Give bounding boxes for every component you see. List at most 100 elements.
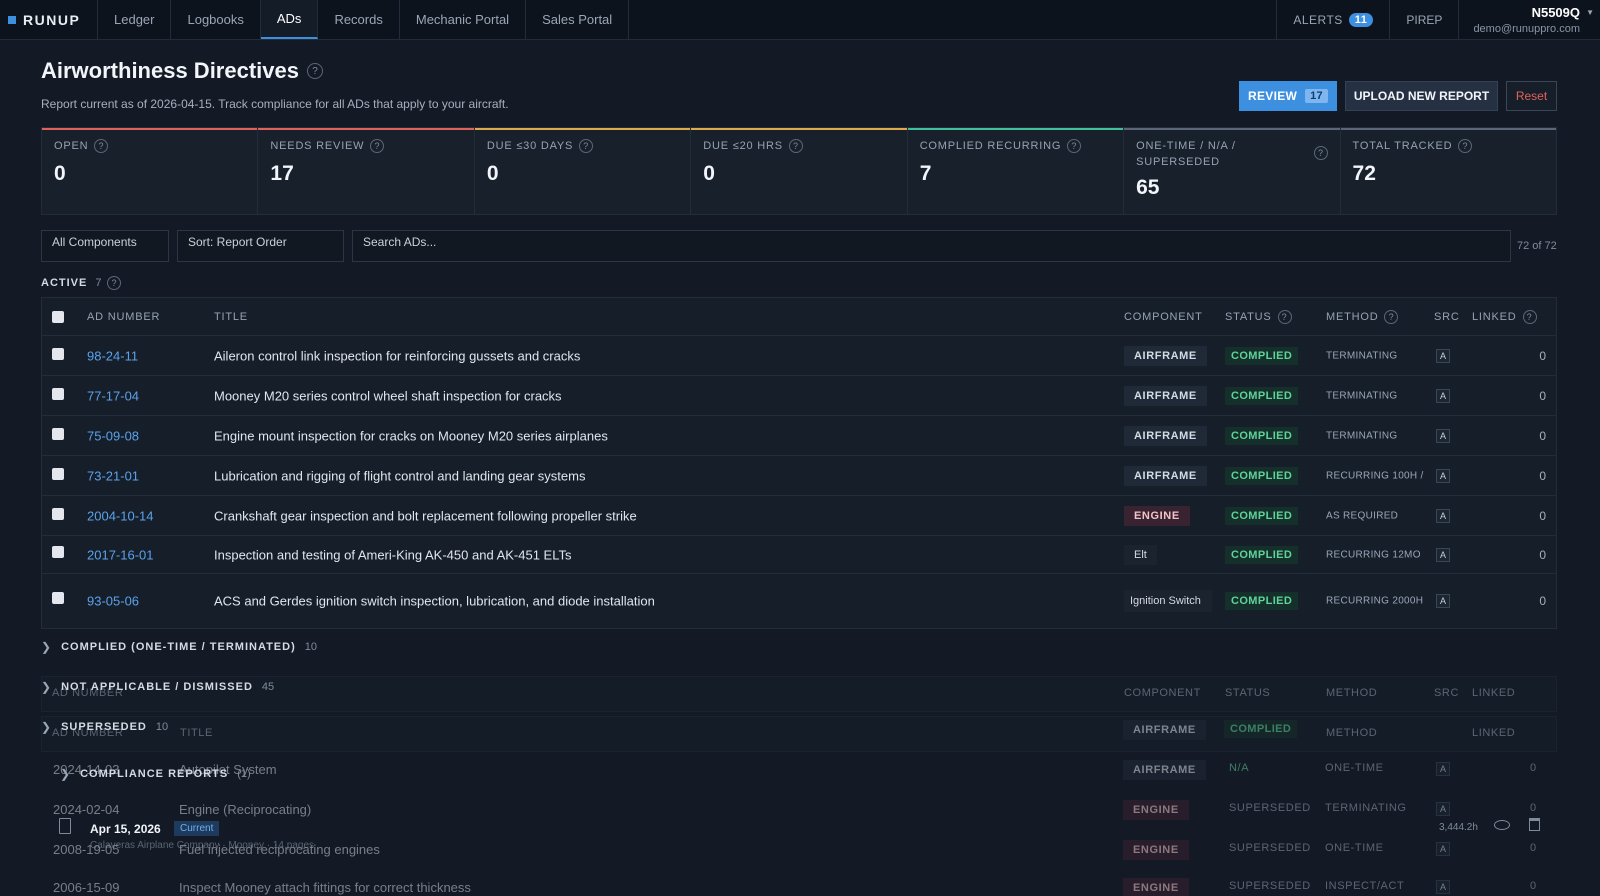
table-row[interactable]: 2017-16-01 Inspection and testing of Ame… bbox=[42, 536, 1556, 574]
stat-accent-bar bbox=[42, 128, 258, 130]
nav-tab-mechanic-portal[interactable]: Mechanic Portal bbox=[400, 0, 527, 39]
column-component[interactable]: COMPONENT bbox=[1124, 311, 1203, 323]
component-badge: Ignition Switch bbox=[1124, 590, 1212, 612]
nav-tab-logbooks[interactable]: Logbooks bbox=[171, 0, 261, 39]
stat-needs-review[interactable]: NEEDS REVIEW? 17 bbox=[258, 128, 475, 214]
ghost-linked-count: 0 bbox=[1530, 842, 1537, 854]
report-hours: 3,444.2h bbox=[1439, 822, 1478, 833]
top-navigation-bar: RUNUP Ledger Logbooks ADs Records Mechan… bbox=[0, 0, 1600, 40]
ghost-column-status: STATUS bbox=[1225, 687, 1271, 699]
column-src[interactable]: SRC bbox=[1434, 311, 1460, 323]
ad-number-link[interactable]: 75-09-08 bbox=[87, 428, 139, 443]
row-checkbox[interactable] bbox=[52, 507, 64, 520]
stat-open[interactable]: OPEN? 0 bbox=[42, 128, 259, 214]
help-icon[interactable]: ? bbox=[788, 139, 803, 153]
column-ad-number[interactable]: AD NUMBER bbox=[87, 311, 160, 323]
report-date: Apr 15, 2026 bbox=[90, 822, 161, 836]
method-text: RECURRING 2000H bbox=[1326, 595, 1424, 607]
help-icon[interactable]: ? bbox=[1067, 139, 1082, 153]
help-icon[interactable]: ? bbox=[107, 276, 122, 290]
nav-tab-records[interactable]: Records bbox=[318, 0, 400, 39]
stat-due-20-hrs[interactable]: DUE ≤20 HRS? 0 bbox=[691, 128, 908, 214]
nav-tab-sales-portal[interactable]: Sales Portal bbox=[526, 0, 630, 39]
help-icon[interactable]: ? bbox=[94, 139, 109, 153]
help-icon[interactable]: ? bbox=[1277, 309, 1292, 324]
table-row[interactable]: 75-09-08 Engine mount inspection for cra… bbox=[42, 416, 1556, 456]
table-row[interactable]: 73-21-01 Lubrication and rigging of flig… bbox=[42, 456, 1556, 496]
column-linked[interactable]: LINKED? bbox=[1472, 309, 1537, 324]
row-checkbox[interactable] bbox=[52, 387, 64, 400]
ad-number-link[interactable]: 77-17-04 bbox=[87, 388, 139, 403]
chevron-right-icon: ❯ bbox=[41, 720, 53, 734]
view-eye-icon[interactable] bbox=[1494, 820, 1510, 830]
ghost-linked-count: 0 bbox=[1530, 802, 1537, 814]
table-row[interactable]: 93-05-06 ACS and Gerdes ignition switch … bbox=[42, 574, 1556, 628]
ghost-status-text: N/A bbox=[1229, 762, 1250, 774]
logo-text: RUNUP bbox=[23, 11, 81, 28]
component-filter-select[interactable]: All Components bbox=[41, 230, 169, 262]
select-all-checkbox[interactable] bbox=[52, 310, 64, 323]
section-superseded[interactable]: ❯ SUPERSEDED 10 bbox=[41, 720, 168, 734]
status-badge: COMPLIED bbox=[1225, 346, 1299, 365]
trash-icon[interactable] bbox=[1529, 818, 1540, 831]
column-status[interactable]: STATUS? bbox=[1225, 309, 1292, 324]
alerts-button[interactable]: ALERTS 11 bbox=[1276, 0, 1389, 39]
section-compliance-reports[interactable]: ❯ COMPLIANCE REPORTS (1) bbox=[60, 767, 251, 781]
results-count: 72 of 72 bbox=[1517, 240, 1557, 252]
chevron-right-icon: ❯ bbox=[41, 680, 53, 694]
column-title[interactable]: TITLE bbox=[214, 311, 248, 323]
stat-one-time-na-superseded[interactable]: ONE-TIME / N/A / SUPERSEDED ? 65 bbox=[1124, 128, 1341, 214]
help-icon[interactable]: ? bbox=[1458, 139, 1473, 153]
section-title: COMPLIED (ONE-TIME / TERMINATED) bbox=[61, 641, 296, 653]
review-button[interactable]: REVIEW 17 bbox=[1239, 81, 1337, 111]
linked-count: 0 bbox=[1539, 547, 1546, 562]
sort-select[interactable]: Sort: Report Order bbox=[177, 230, 344, 262]
ghost-src-badge: A bbox=[1436, 762, 1451, 776]
status-badge: COMPLIED bbox=[1225, 466, 1299, 485]
row-checkbox[interactable] bbox=[52, 467, 64, 480]
help-icon[interactable]: ? bbox=[370, 139, 385, 153]
ghost-linked-count: 0 bbox=[1530, 880, 1537, 892]
nav-tab-ads[interactable]: ADs bbox=[260, 0, 319, 39]
search-input[interactable]: Search ADs... bbox=[352, 230, 1511, 262]
section-complied-one-time[interactable]: ❯ COMPLIED (ONE-TIME / TERMINATED) 10 bbox=[41, 640, 317, 654]
row-checkbox[interactable] bbox=[52, 427, 64, 440]
stat-label: DUE ≤20 HRS bbox=[703, 140, 783, 152]
logo[interactable]: RUNUP bbox=[0, 0, 98, 39]
column-method[interactable]: METHOD? bbox=[1326, 309, 1399, 324]
ghost-src-badge: A bbox=[1436, 842, 1451, 856]
section-not-applicable[interactable]: ❯ NOT APPLICABLE / DISMISSED 45 bbox=[41, 680, 274, 694]
pirep-button[interactable]: PIREP bbox=[1389, 0, 1460, 39]
page-subtitle: Report current as of 2026-04-15. Track c… bbox=[41, 97, 509, 111]
ad-number-link[interactable]: 2004-10-14 bbox=[87, 508, 154, 523]
stat-label: TOTAL TRACKED bbox=[1352, 140, 1453, 152]
component-badge: AIRFRAME bbox=[1124, 425, 1207, 446]
stat-value: 0 bbox=[486, 162, 499, 185]
help-icon[interactable]: ? bbox=[1522, 309, 1537, 324]
help-icon[interactable]: ? bbox=[579, 139, 594, 153]
table-row[interactable]: 2004-10-14 Crankshaft gear inspection an… bbox=[42, 496, 1556, 536]
row-checkbox[interactable] bbox=[52, 347, 64, 360]
table-row[interactable]: 77-17-04 Mooney M20 series control wheel… bbox=[42, 376, 1556, 416]
stat-due-30-days[interactable]: DUE ≤30 DAYS? 0 bbox=[474, 128, 692, 214]
section-count: 10 bbox=[155, 721, 169, 733]
help-icon[interactable]: ? bbox=[306, 63, 323, 79]
help-icon[interactable]: ? bbox=[1313, 146, 1328, 160]
account-menu[interactable]: N5509Q demo@runuppro.com ▼ bbox=[1459, 0, 1600, 39]
stat-complied-recurring[interactable]: COMPLIED RECURRING? 7 bbox=[907, 128, 1125, 214]
src-badge: A bbox=[1436, 508, 1451, 523]
review-count-badge: 17 bbox=[1305, 89, 1328, 103]
nav-tab-ledger[interactable]: Ledger bbox=[98, 0, 172, 39]
ad-number-link[interactable]: 2017-16-01 bbox=[87, 547, 154, 562]
src-badge: A bbox=[1436, 348, 1451, 363]
reset-button[interactable]: Reset bbox=[1506, 81, 1557, 111]
table-row[interactable]: 98-24-11 Aileron control link inspection… bbox=[42, 336, 1556, 376]
help-icon[interactable]: ? bbox=[1384, 309, 1399, 324]
upload-report-button[interactable]: UPLOAD NEW REPORT bbox=[1345, 81, 1498, 111]
ad-number-link[interactable]: 98-24-11 bbox=[87, 348, 138, 363]
ad-number-link[interactable]: 93-05-06 bbox=[87, 594, 139, 609]
ad-number-link[interactable]: 73-21-01 bbox=[87, 468, 139, 483]
row-checkbox[interactable] bbox=[52, 592, 64, 605]
row-checkbox[interactable] bbox=[52, 545, 64, 558]
stat-total-tracked[interactable]: TOTAL TRACKED? 72 bbox=[1340, 128, 1556, 214]
